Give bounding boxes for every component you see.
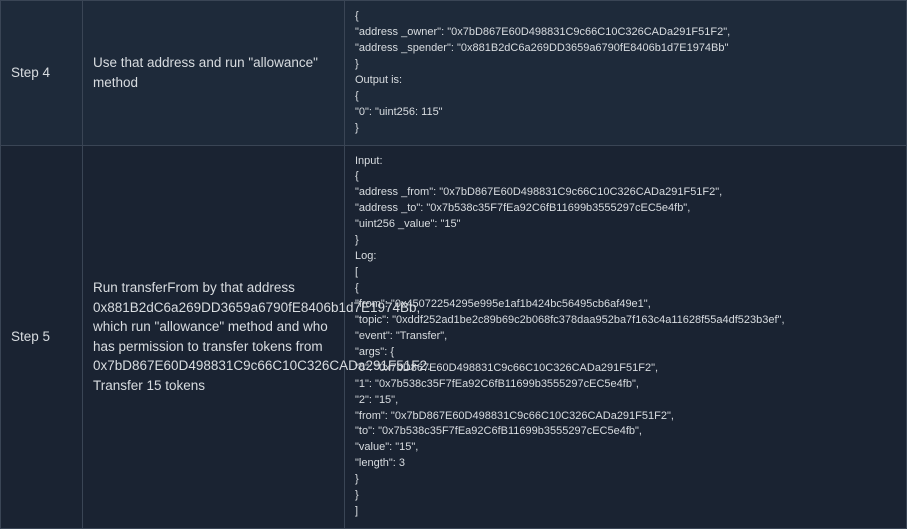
table-row: Step 4 Use that address and run "allowan…	[1, 1, 907, 146]
steps-table: Step 4 Use that address and run "allowan…	[0, 0, 907, 529]
step-code: { "address _owner": "0x7bD867E60D498831C…	[345, 1, 907, 146]
step-label: Step 4	[1, 1, 83, 146]
table-row: Step 5 Run transferFrom by that address …	[1, 145, 907, 529]
step-label: Step 5	[1, 145, 83, 529]
step-code: Input: { "address _from": "0x7bD867E60D4…	[345, 145, 907, 529]
step-description: Use that address and run "allowance" met…	[83, 1, 345, 146]
step-description: Run transferFrom by that address 0x881B2…	[83, 145, 345, 529]
